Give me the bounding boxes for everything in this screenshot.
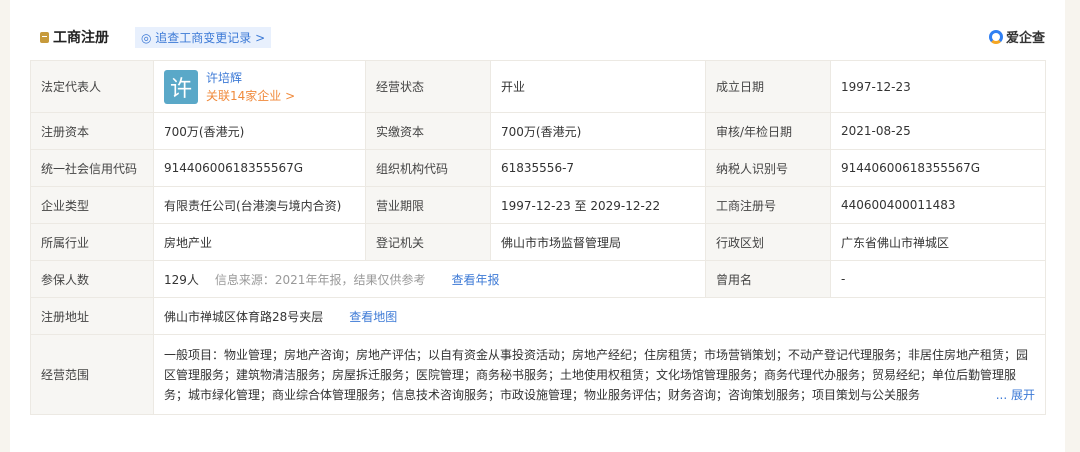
table-row: 所属行业 房地产业 登记机关 佛山市市场监督管理局 行政区划 广东省佛山市禅城区 — [30, 223, 1046, 261]
label: 行政区划 — [705, 223, 831, 261]
view-annual-report-link[interactable]: 查看年报 — [451, 273, 499, 287]
value: 2021-08-25 — [830, 112, 1046, 150]
label: 营业期限 — [365, 186, 491, 224]
label: 工商注册号 — [705, 186, 831, 224]
brand-name: 爱企查 — [1005, 31, 1045, 46]
related-companies-link[interactable]: 关联14家企业 > — [206, 87, 295, 105]
label: 注册地址 — [30, 297, 154, 335]
value: 佛山市禅城区体育路28号夹层 — [164, 309, 324, 324]
value: 700万(香港元) — [153, 112, 366, 150]
section-header: 工商注册 ◎ 追查工商变更记录 > — [40, 26, 272, 48]
label: 纳税人识别号 — [705, 149, 831, 187]
search-logo-icon — [988, 29, 1003, 44]
expand-link[interactable]: ... 展开 — [991, 384, 1035, 405]
label: 组织机构代码 — [365, 149, 491, 187]
label: 所属行业 — [30, 223, 154, 261]
value: 61835556-7 — [490, 149, 706, 187]
trace-changes-link[interactable]: ◎ 追查工商变更记录 > — [135, 26, 272, 48]
value: - — [830, 260, 1046, 298]
table-row: 统一社会信用代码 91440600618355567G 组织机构代码 61835… — [30, 149, 1046, 187]
value: 91440600618355567G — [153, 149, 366, 187]
document-icon — [40, 31, 49, 43]
value: 房地产业 — [153, 223, 366, 261]
value: 1997-12-23 至 2029-12-22 — [490, 186, 706, 224]
legal-rep-name-link[interactable]: 许培辉 — [206, 69, 295, 87]
label: 实缴资本 — [365, 112, 491, 150]
table-row: 企业类型 有限责任公司(台港澳与境内合资) 营业期限 1997-12-23 至 … — [30, 186, 1046, 224]
value: 700万(香港元) — [490, 112, 706, 150]
label: 注册资本 — [30, 112, 154, 150]
value: 91440600618355567G — [830, 149, 1046, 187]
value: 广东省佛山市禅城区 — [830, 223, 1046, 261]
info-source: 信息来源：2021年年报，结果仅供参考 — [214, 272, 426, 287]
label: 企业类型 — [30, 186, 154, 224]
business-scope-text: 一般项目：物业管理；房地产咨询；房地产评估；以自有资金从事投资活动；房地产经纪；… — [164, 347, 1029, 402]
label: 登记机关 — [365, 223, 491, 261]
value: 佛山市市场监督管理局 — [490, 223, 706, 261]
table-row: 经营范围 一般项目：物业管理；房地产咨询；房地产评估；以自有资金从事投资活动；房… — [30, 334, 1046, 415]
value: 开业 — [490, 60, 706, 113]
label: 经营范围 — [30, 334, 154, 415]
label: 曾用名 — [705, 260, 831, 298]
avatar[interactable]: 许 — [164, 69, 198, 104]
table-row: 注册地址 佛山市禅城区体育路28号夹层 查看地图 — [30, 297, 1046, 335]
value: 129人 — [164, 272, 199, 287]
registration-table: 法定代表人 许许培辉 关联14家企业 > 经营状态 开业 成立日期 1997-12… — [30, 60, 1046, 415]
view-map-link[interactable]: 查看地图 — [349, 310, 397, 324]
label: 经营状态 — [365, 60, 491, 113]
label: 成立日期 — [705, 60, 831, 113]
table-row: 参保人数 129人 信息来源：2021年年报，结果仅供参考 查看年报 曾用名 - — [30, 260, 1046, 298]
brand-logo: 爱企查 — [988, 27, 1045, 46]
label: 审核/年检日期 — [705, 112, 831, 150]
label: 参保人数 — [30, 260, 154, 298]
value: 有限责任公司(台港澳与境内合资) — [153, 186, 366, 224]
label: 统一社会信用代码 — [30, 149, 154, 187]
section-title: 工商注册 — [53, 30, 109, 46]
label: 法定代表人 — [30, 60, 154, 113]
value: 440600400011483 — [830, 186, 1046, 224]
value: 1997-12-23 — [830, 60, 1046, 113]
table-row: 法定代表人 许许培辉 关联14家企业 > 经营状态 开业 成立日期 1997-12… — [30, 60, 1046, 113]
table-row: 注册资本 700万(香港元) 实缴资本 700万(香港元) 审核/年检日期 20… — [30, 112, 1046, 150]
